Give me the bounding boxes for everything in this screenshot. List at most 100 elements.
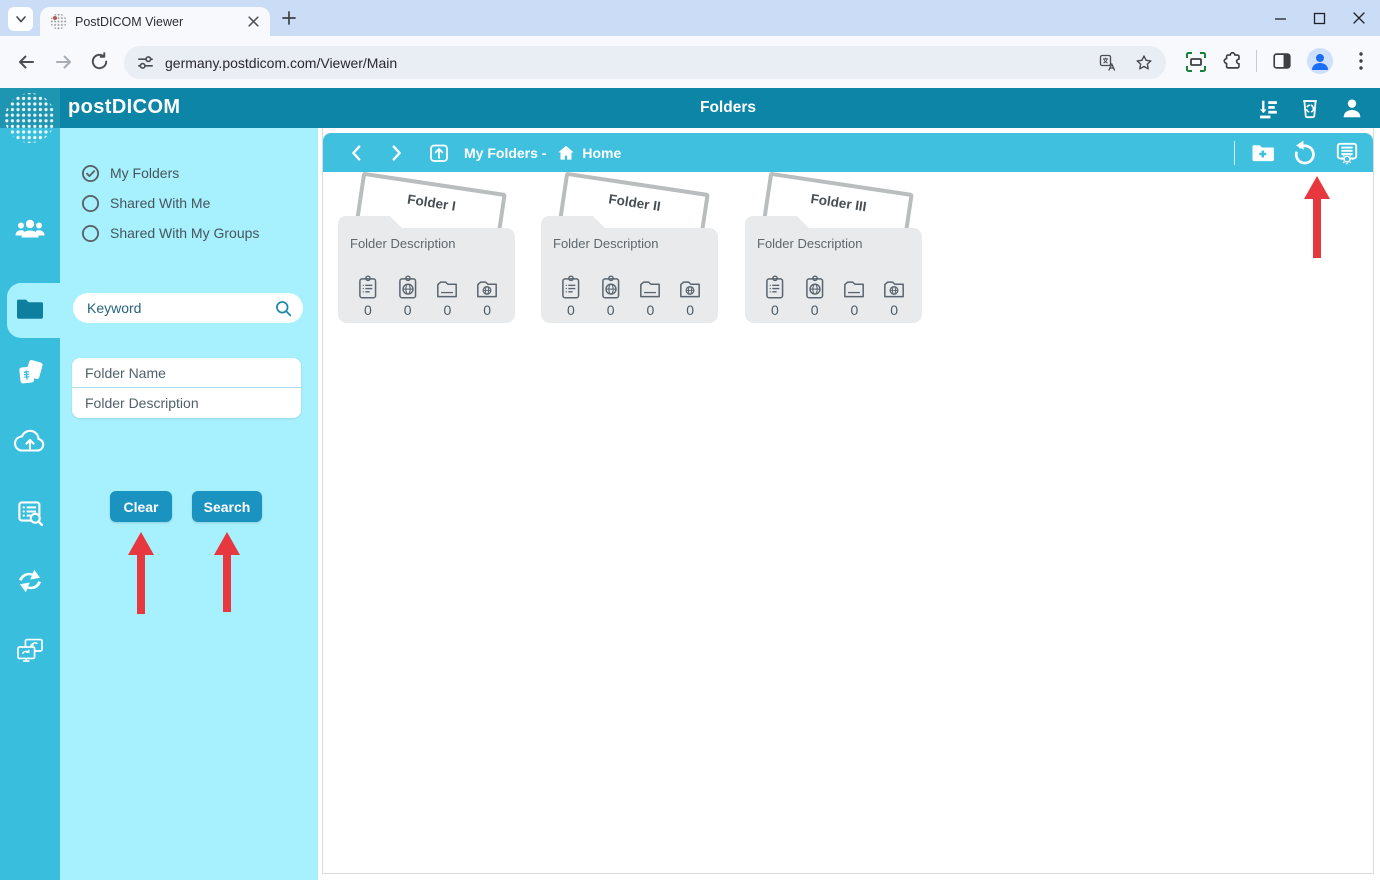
breadcrumb-home[interactable]: Home xyxy=(582,145,621,161)
radio-my-folders[interactable]: My Folders xyxy=(81,161,179,185)
app-top-bar: postDICOM Folders xyxy=(0,88,1380,143)
folder-card-body: Folder Description 0 0 0 0 xyxy=(745,228,922,323)
stat-orders: 0 xyxy=(348,274,388,318)
profile-avatar[interactable] xyxy=(1306,47,1334,75)
radio-shared-with-my-groups[interactable]: Shared With My Groups xyxy=(81,221,259,245)
keyword-input[interactable] xyxy=(87,300,274,316)
sidebar-item-folders[interactable] xyxy=(0,295,60,323)
folder-description-row[interactable] xyxy=(72,388,301,418)
stat-count: 0 xyxy=(890,302,899,318)
folder-card[interactable]: Folder II Folder Description 0 0 0 0 xyxy=(541,171,718,326)
share-screens-icon xyxy=(17,638,43,662)
go-up-folder-icon[interactable] xyxy=(427,141,451,165)
stat-count: 0 xyxy=(686,302,695,318)
folders-icon xyxy=(17,299,43,319)
nav-back-icon[interactable] xyxy=(346,142,368,164)
tab-search-button[interactable] xyxy=(8,7,33,31)
reload-icon[interactable] xyxy=(88,50,111,73)
postdicom-logo-icon xyxy=(5,93,55,143)
app-sidebar xyxy=(0,128,60,880)
stat-dicom-orders: 0 xyxy=(795,274,835,318)
folder-description: Folder Description xyxy=(350,236,456,251)
search-icon[interactable] xyxy=(274,299,293,318)
transfer-icon xyxy=(19,569,41,593)
folder-card[interactable]: Folder III Folder Description 0 0 0 0 xyxy=(745,171,922,326)
browser-tab-strip: PostDICOM Viewer xyxy=(0,0,1380,36)
forward-icon[interactable] xyxy=(52,50,76,74)
breadcrumb-path[interactable]: My Folders - xyxy=(464,145,550,161)
bookmark-star-icon[interactable] xyxy=(1134,53,1154,73)
search-button[interactable]: Search xyxy=(192,491,262,522)
subfolder-icon xyxy=(640,281,661,298)
folder-dicom-icon xyxy=(680,281,701,298)
home-icon[interactable] xyxy=(556,143,576,163)
browser-menu-icon[interactable] xyxy=(1351,50,1371,72)
stat-subfolders: 0 xyxy=(631,274,671,318)
site-info-icon[interactable] xyxy=(136,53,155,72)
minimize-button[interactable] xyxy=(1274,12,1287,25)
worklist-search-icon xyxy=(18,501,44,527)
stat-count: 0 xyxy=(810,302,819,318)
sidebar-item-worklist[interactable] xyxy=(0,498,60,528)
clipboard-list-icon xyxy=(766,275,784,299)
new-folder-icon[interactable] xyxy=(1250,141,1276,165)
folder-dicom-icon xyxy=(477,281,498,298)
sidebar-item-studies[interactable] xyxy=(0,358,60,388)
radio-unselected-icon xyxy=(81,194,100,212)
url-text: germany.postdicom.com/Viewer/Main xyxy=(165,54,398,71)
folder-dicom-icon xyxy=(884,281,905,298)
folder-name-row[interactable] xyxy=(72,358,301,388)
maximize-button[interactable] xyxy=(1313,12,1326,25)
back-icon[interactable] xyxy=(14,50,38,74)
recycle-bin-icon[interactable] xyxy=(1298,96,1322,121)
url-bar[interactable]: germany.postdicom.com/Viewer/Main xyxy=(124,46,1166,79)
folder-description: Folder Description xyxy=(757,236,863,251)
sidebar-item-patients[interactable] xyxy=(0,216,60,244)
sidebar-item-upload[interactable] xyxy=(0,426,60,456)
sidebar-item-transfer[interactable] xyxy=(0,566,60,596)
extensions-icon[interactable] xyxy=(1222,50,1244,72)
folder-description: Folder Description xyxy=(553,236,659,251)
studies-icon xyxy=(19,360,43,384)
refresh-icon[interactable] xyxy=(1291,139,1319,167)
postdicom-favicon xyxy=(50,13,67,30)
main-area: My Folders - Home Folder I Folder Descri… xyxy=(318,128,1380,880)
subfolder-icon xyxy=(437,281,458,298)
clear-button[interactable]: Clear xyxy=(110,491,172,522)
stat-count: 0 xyxy=(606,302,615,318)
cloud-upload-icon xyxy=(13,429,45,452)
folder-name-input[interactable] xyxy=(85,364,288,381)
stat-count: 0 xyxy=(363,302,372,318)
stat-dicom-folders: 0 xyxy=(467,274,507,318)
radio-shared-with-me[interactable]: Shared With Me xyxy=(81,191,210,215)
sort-queue-icon[interactable] xyxy=(1256,96,1281,121)
nav-forward-icon[interactable] xyxy=(385,142,407,164)
browser-tab[interactable]: PostDICOM Viewer xyxy=(40,7,270,36)
sidebar-item-share-screens[interactable] xyxy=(0,636,60,666)
stat-count: 0 xyxy=(483,302,492,318)
annotation-arrow-search xyxy=(214,532,240,612)
screenshot-icon[interactable] xyxy=(1184,50,1208,74)
user-icon[interactable] xyxy=(1339,95,1365,121)
new-tab-button[interactable] xyxy=(281,10,297,31)
stat-dicom-orders: 0 xyxy=(591,274,631,318)
clipboard-dicom-icon xyxy=(601,275,619,299)
browser-toolbar: germany.postdicom.com/Viewer/Main xyxy=(0,36,1380,88)
toolbar-divider xyxy=(1256,50,1257,72)
clipboard-dicom-icon xyxy=(805,275,823,299)
stat-dicom-folders: 0 xyxy=(670,274,710,318)
stat-subfolders: 0 xyxy=(428,274,468,318)
stat-orders: 0 xyxy=(551,274,591,318)
folder-settings-icon[interactable] xyxy=(1334,140,1360,166)
close-button[interactable] xyxy=(1352,11,1366,25)
stat-orders: 0 xyxy=(755,274,795,318)
tab-close-icon[interactable] xyxy=(247,15,260,28)
translate-icon[interactable] xyxy=(1098,53,1118,73)
side-panel-icon[interactable] xyxy=(1271,50,1293,72)
annotation-arrow-clear xyxy=(128,532,154,614)
folder-card[interactable]: Folder I Folder Description 0 0 0 0 xyxy=(338,171,515,326)
stat-count: 0 xyxy=(850,302,859,318)
clipboard-list-icon xyxy=(359,275,377,299)
folder-description-input[interactable] xyxy=(85,395,288,411)
breadcrumb-bar: My Folders - Home xyxy=(323,133,1373,172)
